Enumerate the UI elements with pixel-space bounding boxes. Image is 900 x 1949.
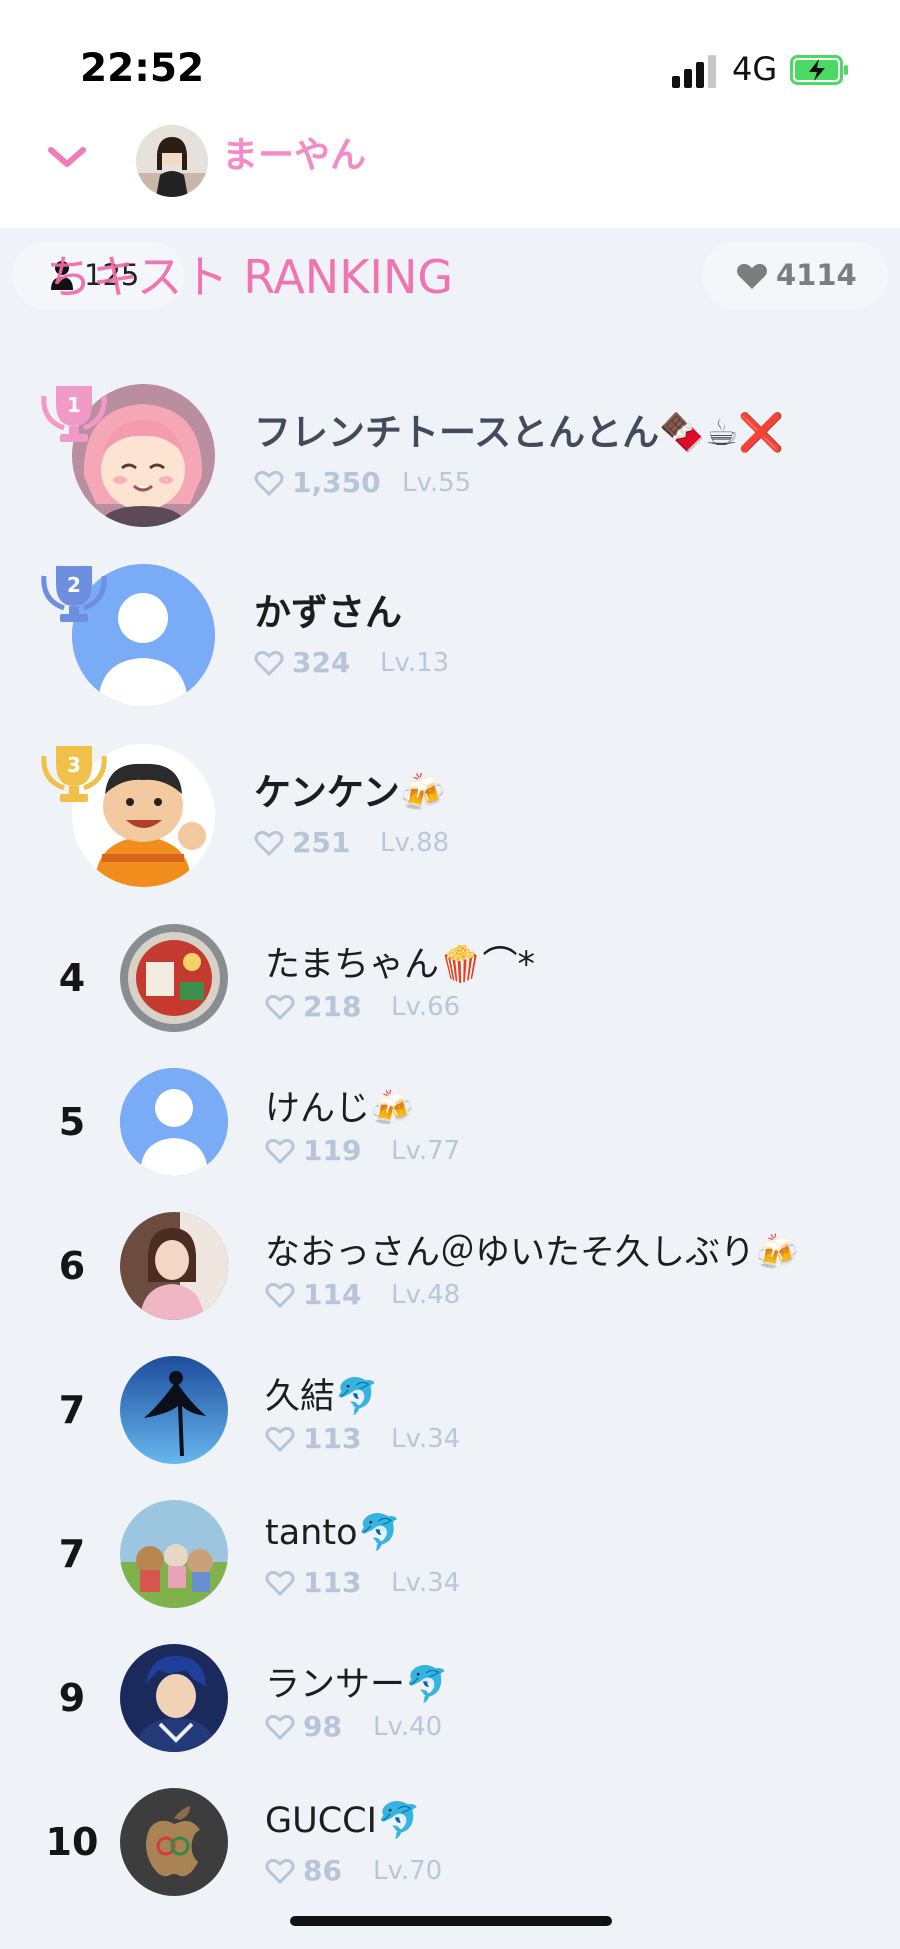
rank-number: 10 [45,1820,99,1864]
like-count: 113 [303,1422,362,1455]
user-stats: 1,350 Lv.55 [254,466,471,499]
home-indicator[interactable] [290,1916,612,1926]
user-stats: 113 Lv.34 [265,1422,460,1455]
user-name: tanto🐬 [265,1513,402,1553]
like-count: 113 [303,1566,362,1599]
user-level: Lv.13 [380,647,450,678]
like-count: 119 [303,1134,362,1167]
user-avatar[interactable] [120,1644,228,1752]
user-name: けんじ🍻 [265,1089,414,1129]
svg-text:2: 2 [67,573,81,597]
heart-outline-icon [265,1858,295,1884]
user-level: Lv.40 [373,1711,443,1742]
user-name: かずさん [254,591,402,634]
user-stats: 324 Lv.13 [254,646,449,679]
user-level: Lv.34 [391,1423,461,1454]
user-stats: 98 Lv.40 [265,1710,442,1743]
heart-outline-icon [254,650,284,676]
user-stats: 119 Lv.77 [265,1134,460,1167]
rank-1-trophy-icon: 1 [41,386,107,442]
heart-outline-icon [254,830,284,856]
user-avatar[interactable] [120,1212,228,1320]
user-stats: 86 Lv.70 [265,1854,442,1887]
battery-charging-icon [790,55,848,85]
heart-outline-icon [254,470,284,496]
user-stats: 218 Lv.66 [265,990,460,1023]
user-level: Lv.77 [391,1135,461,1166]
user-avatar[interactable] [120,1068,228,1176]
user-level: Lv.70 [373,1855,443,1886]
rank-number: 9 [58,1676,86,1720]
svg-text:3: 3 [67,753,81,777]
signal-icon [672,54,720,88]
svg-text:1: 1 [67,393,81,417]
rank-3-trophy-icon: 3 [41,746,107,802]
user-level: Lv.34 [391,1567,461,1598]
user-avatar[interactable] [120,924,228,1032]
user-stats: 114 Lv.48 [265,1278,460,1311]
status-time: 22:52 [80,46,205,91]
heart-outline-icon [265,1138,295,1164]
user-name: ケンケン🍻 [254,771,446,814]
rank-number: 7 [58,1532,86,1576]
user-stats: 251 Lv.88 [254,826,449,859]
user-name: たまちゃん🍿⌒* [265,945,536,985]
like-count: 86 [303,1854,342,1887]
total-likes: 4114 [776,258,857,292]
user-name: なおっさん＠ゆいたそ久しぶり🍻 [265,1233,799,1273]
user-level: Lv.66 [391,991,461,1022]
collapse-chevron-icon[interactable] [46,142,88,172]
heart-outline-icon [265,1714,295,1740]
like-count: 324 [292,646,351,679]
network-label: 4G [732,50,778,88]
heart-outline-icon [265,1570,295,1596]
rank-number: 5 [58,1100,86,1144]
like-count: 98 [303,1710,342,1743]
host-avatar[interactable] [136,125,208,197]
total-likes-pill[interactable]: 4114 [702,241,888,309]
user-name: GUCCI🐬 [265,1801,421,1841]
user-level: Lv.48 [391,1279,461,1310]
user-stats: 113 Lv.34 [265,1566,460,1599]
user-name: フレンチトースとんとん🍫☕❌ [254,411,785,454]
user-avatar[interactable] [120,1788,228,1896]
user-avatar[interactable] [120,1356,228,1464]
user-name: ランサー🐬 [265,1665,449,1705]
like-count: 251 [292,826,351,859]
rank-number: 4 [58,956,86,1000]
like-count: 114 [303,1278,362,1311]
heart-outline-icon [265,994,295,1020]
heart-outline-icon [265,1426,295,1452]
user-avatar[interactable] [120,1500,228,1608]
host-name: まーやん [222,135,367,176]
user-name: 久結🐬 [265,1377,379,1417]
rank-number: 6 [58,1244,86,1288]
like-count: 218 [303,990,362,1023]
rank-2-trophy-icon: 2 [41,566,107,622]
user-level: Lv.55 [402,467,472,498]
rank-number: 7 [58,1388,86,1432]
heart-filled-icon [737,263,767,289]
top-bar: 22:52 4G まーやん [0,0,900,228]
ranking-title: ちキスト RANKING [46,250,454,304]
like-count: 1,350 [292,466,381,499]
user-level: Lv.88 [380,827,450,858]
heart-outline-icon [265,1282,295,1308]
